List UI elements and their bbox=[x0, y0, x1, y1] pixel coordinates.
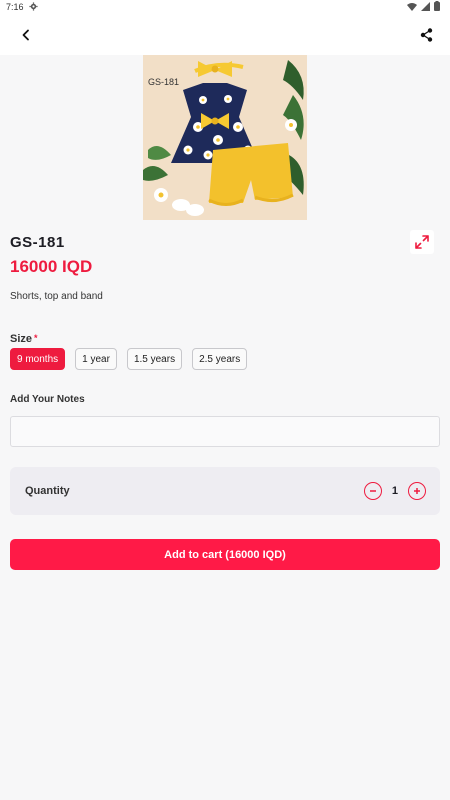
notes-input[interactable] bbox=[10, 416, 440, 447]
size-label: Size * bbox=[10, 333, 38, 345]
share-icon bbox=[420, 27, 432, 42]
quantity-value: 1 bbox=[391, 485, 398, 497]
size-option-2-5-years[interactable]: 2.5 years bbox=[192, 348, 248, 370]
wifi-icon bbox=[407, 2, 417, 13]
expand-icon bbox=[415, 235, 429, 249]
size-option-9-months[interactable]: 9 months bbox=[10, 348, 66, 370]
product-description: Shorts, top and band bbox=[10, 291, 103, 302]
size-option-1-5-years[interactable]: 1.5 years bbox=[126, 348, 183, 370]
quantity-stepper: 1 bbox=[363, 482, 426, 500]
required-mark: * bbox=[34, 333, 38, 343]
add-to-cart-button[interactable]: Add to cart (16000 IQD) bbox=[10, 539, 440, 570]
notes-label: Add Your Notes bbox=[10, 394, 85, 405]
size-label-text: Size bbox=[10, 333, 33, 345]
product-price: 16000 IQD bbox=[10, 257, 93, 276]
back-button[interactable] bbox=[14, 23, 38, 47]
share-button[interactable] bbox=[414, 23, 438, 47]
app-bar bbox=[0, 14, 450, 55]
settings-icon bbox=[28, 1, 38, 13]
battery-icon bbox=[434, 1, 440, 13]
product-image-area: GS-181 bbox=[0, 55, 450, 254]
product-image[interactable]: GS-181 bbox=[143, 55, 307, 220]
status-bar: 7:16 bbox=[0, 0, 450, 14]
plus-icon bbox=[414, 488, 420, 494]
product-image-caption: GS-181 bbox=[148, 77, 179, 87]
signal-icon bbox=[421, 1, 430, 13]
chevron-left-icon bbox=[22, 29, 29, 40]
quantity-label: Quantity bbox=[25, 485, 70, 497]
size-option-1-year[interactable]: 1 year bbox=[75, 348, 117, 370]
product-title: GS-181 bbox=[10, 234, 65, 251]
status-time: 7:16 bbox=[6, 2, 24, 12]
decrease-quantity-button[interactable] bbox=[363, 482, 382, 500]
increase-quantity-button[interactable] bbox=[408, 482, 426, 500]
quantity-panel: Quantity 1 bbox=[10, 467, 440, 515]
minus-icon bbox=[369, 490, 376, 492]
expand-image-button[interactable] bbox=[410, 230, 434, 254]
size-options: 9 months 1 year 1.5 years 2.5 years bbox=[10, 348, 248, 370]
